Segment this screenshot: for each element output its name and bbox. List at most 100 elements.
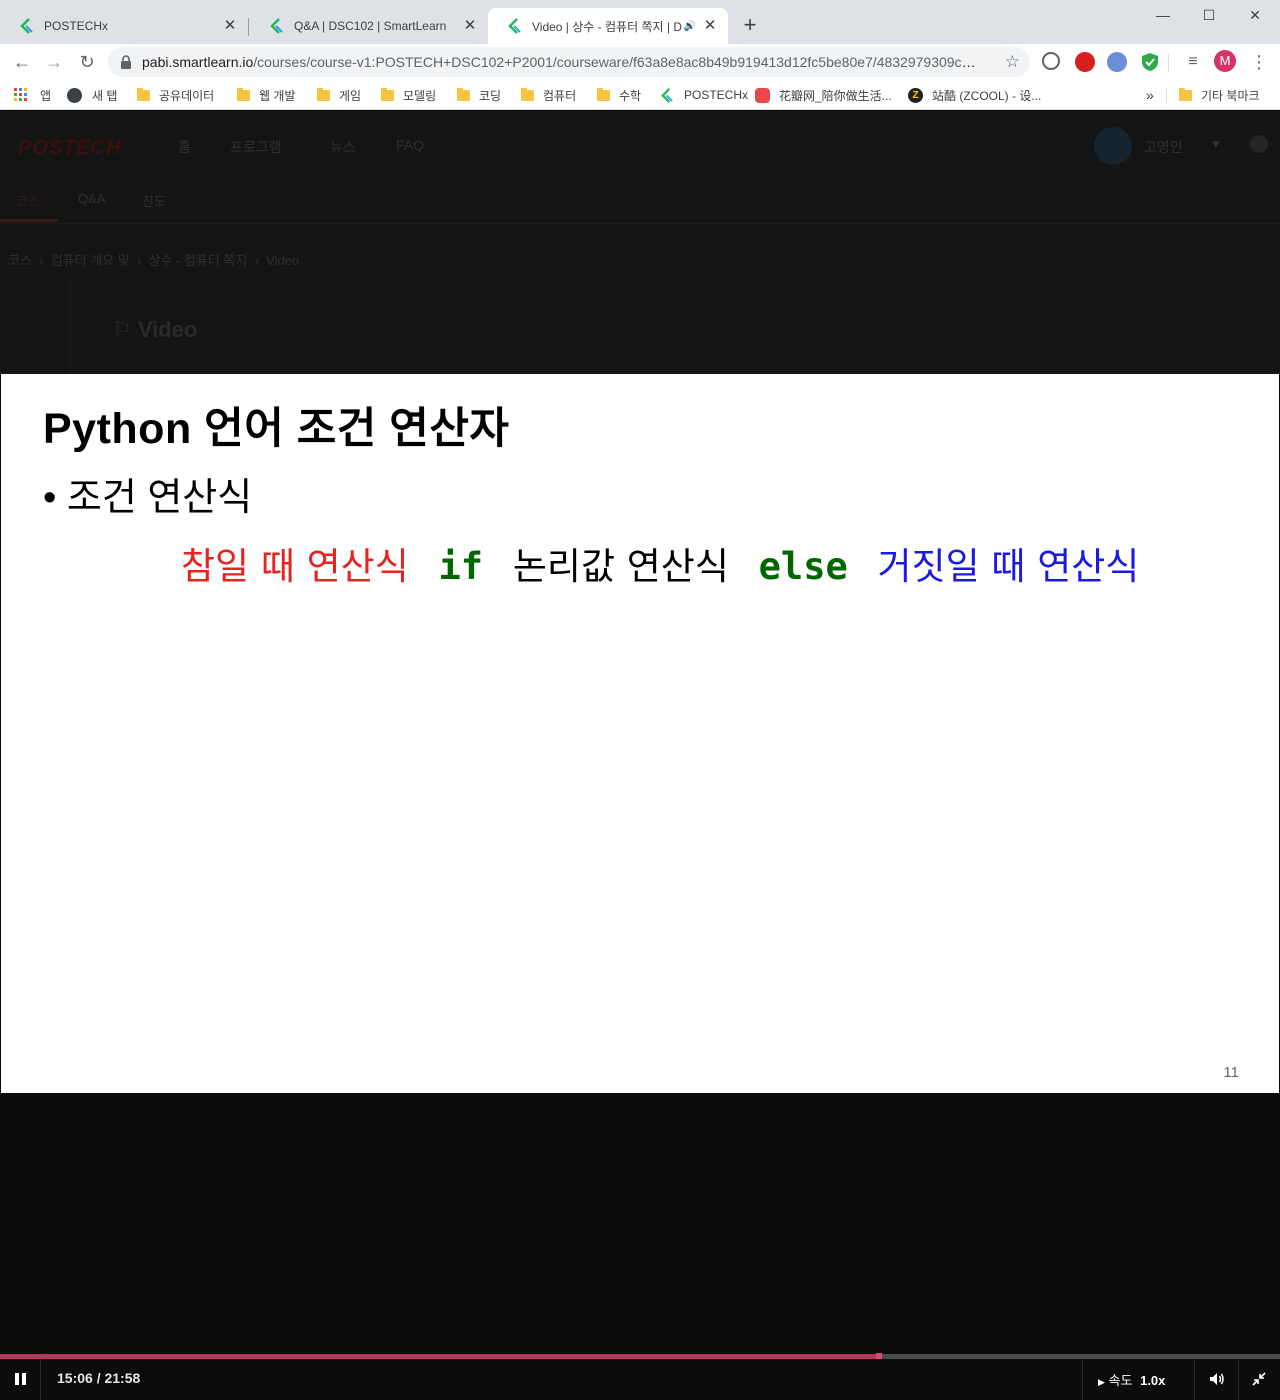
folder-icon: [1179, 87, 1192, 101]
else-keyword: else: [758, 545, 848, 588]
user-menu-chevron-down-icon[interactable]: ▼: [1210, 137, 1222, 151]
breadcrumb-item[interactable]: 컴퓨터 개요 및: [51, 253, 130, 268]
divider: [0, 223, 1280, 224]
url-text[interactable]: pabi.smartlearn.io/courses/course-v1:POS…: [142, 47, 982, 77]
tab-qa[interactable]: Q&A: [78, 191, 105, 206]
bookmark-icon[interactable]: ⚐: [112, 317, 132, 342]
tab-progress[interactable]: 진도: [142, 191, 166, 210]
tab-close-icon[interactable]: ✕: [222, 18, 238, 34]
folder-icon: [317, 87, 330, 101]
condition-expression: 논리값 연산식: [512, 545, 729, 588]
window-close-icon[interactable]: ✕: [1232, 4, 1278, 26]
tab-separator: [248, 18, 249, 36]
active-tab-underline: [0, 219, 58, 222]
maximize-icon[interactable]: ☐: [1186, 4, 1232, 26]
tab-title: Video | 상수 - 컴퓨터 쪽지 | D: [532, 19, 682, 34]
globe-icon: [67, 87, 82, 103]
bookmark-folder[interactable]: 수학: [597, 85, 641, 105]
breadcrumb-item: Video: [266, 253, 300, 268]
false-expression: 거짓일 때 연산식: [877, 545, 1140, 588]
folder-icon: [237, 87, 250, 101]
bookmark-other[interactable]: 기타 북마크: [1179, 85, 1260, 105]
speed-button[interactable]: ▶ 속도 1.0x: [1098, 1370, 1165, 1389]
bookmarks-overflow-chevron-icon[interactable]: »: [1146, 85, 1154, 105]
breadcrumb-item[interactable]: 코스: [8, 253, 32, 268]
tab-video-active[interactable]: Video | 상수 - 컴퓨터 쪽지 | D 🔊 ✕: [488, 8, 728, 44]
extension-icon[interactable]: [1075, 52, 1095, 72]
bookmarks-divider: [1166, 87, 1167, 103]
nav-faq[interactable]: FAQ: [396, 137, 424, 153]
nav-programs[interactable]: 프로그램: [230, 137, 282, 157]
media-control-icon[interactable]: ≡: [1180, 49, 1206, 75]
bookmark-new-tab[interactable]: 새 탭: [67, 85, 117, 105]
bookmark-apps[interactable]: 앱: [14, 85, 51, 105]
shield-extension-icon[interactable]: [1140, 52, 1160, 72]
audio-playing-icon[interactable]: 🔊: [684, 21, 696, 32]
speed-value: 1.0x: [1140, 1373, 1166, 1388]
unit-title-text: Video: [137, 317, 198, 342]
video-frame-slide[interactable]: Python 언어 조건 연산자 • 조건 연산식 참일 때 연산식 if 논리…: [1, 374, 1279, 1093]
bookmark-folder[interactable]: 공유데이터: [137, 85, 214, 105]
volume-icon[interactable]: [1209, 1371, 1225, 1387]
tab-close-icon[interactable]: ✕: [462, 18, 478, 34]
bookmark-huaban[interactable]: 花瓣网_陪你做生活...: [755, 85, 892, 105]
browser-tab-strip: POSTECHx ✕ Q&A | DSC102 | SmartLearn ✕ V…: [0, 0, 1280, 44]
tab-close-icon[interactable]: ✕: [702, 18, 718, 34]
bookmark-folder[interactable]: 게임: [317, 85, 361, 105]
new-tab-button[interactable]: +: [738, 14, 762, 38]
smartlearn-favicon-icon: [270, 18, 283, 34]
control-separator: [1194, 1359, 1195, 1400]
toolbar-divider: [1168, 54, 1169, 72]
extension-icon[interactable]: [1107, 52, 1127, 72]
bookmark-label: 기타 북마크: [1201, 88, 1260, 103]
address-bar[interactable]: pabi.smartlearn.io/courses/course-v1:POS…: [108, 47, 1030, 77]
bookmark-label: 코딩: [479, 88, 502, 103]
bookmark-label: 站酷 (ZCOOL) - 设...: [932, 88, 1042, 103]
speed-label: 속도: [1108, 1373, 1133, 1388]
if-keyword: if: [438, 545, 484, 588]
tab-qa[interactable]: Q&A | DSC102 | SmartLearn ✕: [250, 8, 488, 44]
zcool-icon: Z: [908, 87, 923, 103]
bookmark-folder[interactable]: 코딩: [457, 85, 501, 105]
bookmark-label: 수학: [619, 88, 642, 103]
bookmark-label: POSTECHx: [684, 88, 749, 102]
user-avatar[interactable]: [1094, 127, 1132, 165]
caret-right-icon: ▶: [1098, 1377, 1105, 1387]
bookmark-label: 모델링: [403, 88, 437, 103]
folder-icon: [597, 87, 610, 101]
bookmark-star-icon[interactable]: ☆: [1005, 52, 1020, 72]
bookmark-folder[interactable]: 웹 개발: [237, 85, 295, 105]
browser-toolbar: ← → ↻ pabi.smartlearn.io/courses/course-…: [0, 44, 1280, 80]
tab-course[interactable]: 코스: [16, 191, 40, 210]
nav-home[interactable]: 홈: [178, 137, 191, 157]
minimize-icon[interactable]: —: [1140, 4, 1186, 26]
tab-postechx[interactable]: POSTECHx ✕: [0, 8, 248, 44]
bookmark-folder[interactable]: 모델링: [381, 85, 436, 105]
bookmark-postechx[interactable]: POSTECHx: [659, 85, 748, 105]
forward-arrow-icon[interactable]: →: [41, 49, 67, 75]
nav-news[interactable]: 뉴스: [330, 137, 356, 157]
bookmark-label: 게임: [339, 88, 362, 103]
folder-icon: [521, 87, 534, 101]
bookmark-zcool[interactable]: Z 站酷 (ZCOOL) - 设...: [908, 85, 1041, 105]
user-name[interactable]: 고영인: [1144, 137, 1183, 157]
reload-icon[interactable]: ↻: [74, 49, 100, 75]
huaban-icon: [755, 87, 770, 103]
menu-kebab-icon[interactable]: ⋮: [1246, 49, 1272, 75]
exit-fullscreen-icon[interactable]: [1252, 1372, 1266, 1386]
control-separator: [40, 1359, 41, 1400]
slide-page-number: 11: [1223, 1064, 1239, 1081]
bookmark-label: 花瓣网_陪你做生活...: [779, 88, 892, 103]
unit-title: ⚐ Video: [112, 317, 197, 343]
bookmark-label: 새 탭: [92, 88, 118, 103]
profile-avatar[interactable]: M: [1214, 50, 1236, 72]
pause-icon[interactable]: [14, 1372, 28, 1386]
globe-icon[interactable]: [1250, 135, 1268, 153]
course-page-dimmed: POSTECH 홈 프로그램 뉴스 FAQ 고영인 ▼ 코스 Q&A 진도 코스…: [0, 111, 1280, 374]
breadcrumb-item[interactable]: 상수 - 컴퓨터 쪽지: [148, 253, 247, 268]
extension-icon[interactable]: [1042, 52, 1060, 70]
divider: [70, 281, 71, 374]
conditional-expression-formula: 참일 때 연산식 if 논리값 연산식 else 거짓일 때 연산식: [181, 536, 1157, 590]
back-arrow-icon[interactable]: ←: [9, 49, 35, 75]
bookmark-folder[interactable]: 컴퓨터: [521, 85, 576, 105]
